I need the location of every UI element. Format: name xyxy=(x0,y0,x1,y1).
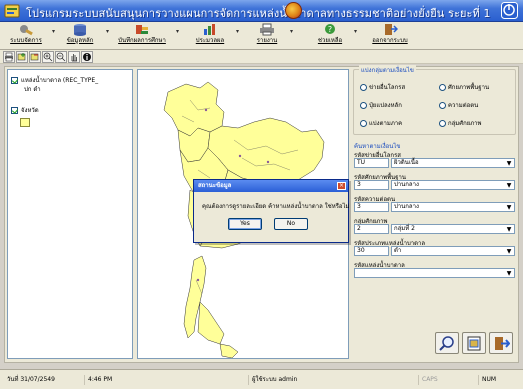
radio-option-6[interactable]: กลุ่มศักยภาพ xyxy=(439,118,482,128)
field-5-code[interactable]: 30 xyxy=(354,246,389,256)
field-5: 30 ดำ ▼ xyxy=(354,246,515,256)
zoom-in-icon xyxy=(43,52,53,62)
layer-remove-button[interactable] xyxy=(29,51,41,63)
zoom-in-button[interactable] xyxy=(42,51,54,63)
layer-add-icon xyxy=(17,53,26,61)
app-icon xyxy=(4,4,20,18)
field-1-code[interactable]: TU xyxy=(354,158,389,168)
menu-process[interactable]: ประมวลผล ▾ xyxy=(190,23,239,49)
group-by-condition: แบ่งกลุ่มตามเงื่อนไข ข่ายอื่นโลกรส ศักยภ… xyxy=(353,65,516,135)
pan-button[interactable] xyxy=(68,51,80,63)
field-1-select[interactable]: ผิวดินเนื้อ ▼ xyxy=(391,158,515,168)
exit-icon xyxy=(385,24,398,35)
identify-button[interactable] xyxy=(81,51,93,63)
status-date: วันที่ 31/07/2549 xyxy=(7,376,55,383)
tools-icon xyxy=(136,25,148,34)
search-button[interactable] xyxy=(435,332,459,354)
status-bar: วันที่ 31/07/2549 4:46 PM ผู้ใช้ระบบ adm… xyxy=(0,369,523,389)
dialog-message: คุณต้องการดูรายละเอียด ค้าหาแหล่งน้ำบาดา… xyxy=(202,203,350,210)
help-icon: ? xyxy=(325,24,335,34)
field-3: 3 ปานกลาง ▼ xyxy=(354,202,515,212)
chevron-down-icon[interactable]: ▼ xyxy=(505,270,513,277)
layer-checkbox[interactable] xyxy=(11,107,18,114)
menu-exit[interactable]: ออกจากระบบ xyxy=(368,23,412,49)
chevron-down-icon: ▾ xyxy=(175,28,179,35)
report-button[interactable] xyxy=(462,332,486,354)
menu-record[interactable]: บันทึกผลการศึกษา ▾ xyxy=(114,23,179,49)
report-icon xyxy=(467,336,481,351)
field-3-select[interactable]: ปานกลาง ▼ xyxy=(391,202,515,212)
exit-button[interactable] xyxy=(489,332,513,354)
field-4-code[interactable]: 2 xyxy=(354,224,389,234)
no-button[interactable]: No xyxy=(274,218,308,230)
hand-icon xyxy=(71,54,77,62)
map-toolbar xyxy=(0,50,523,64)
close-icon[interactable] xyxy=(501,2,518,19)
logo-icon xyxy=(285,2,302,19)
confirm-dialog: สถานะข้อมูล × คุณต้องการดูรายละเอียด ค้า… xyxy=(193,179,350,243)
radio-option-5[interactable]: แบ่งตามภาค xyxy=(360,118,402,128)
chevron-down-icon: ▾ xyxy=(51,28,55,35)
window-title: โปรแกรมระบบสนับสนุนการวางแผนการจัดการแหล… xyxy=(26,7,491,20)
yes-button[interactable]: Yes xyxy=(228,218,262,230)
field-5-select[interactable]: ดำ ▼ xyxy=(391,246,515,256)
field-2-code[interactable]: 3 xyxy=(354,180,389,190)
chevron-down-icon[interactable]: ▼ xyxy=(505,160,513,167)
chevron-down-icon: ▾ xyxy=(289,28,293,35)
menu-system[interactable]: ระบบจัดการ ▾ xyxy=(6,23,55,49)
title-bar: โปรแกรมระบบสนับสนุนการวางแผนการจัดการแหล… xyxy=(0,0,523,22)
field-6-select[interactable]: ▼ xyxy=(354,268,515,278)
field-2: 3 ปานกลาง ▼ xyxy=(354,180,515,190)
main-menu: ระบบจัดการ ▾ ข้อมูลหลัก ▾ บันทึกผลการศึก… xyxy=(0,22,523,50)
field-1: TU ผิวดินเนื้อ ▼ xyxy=(354,158,515,168)
field-6: ▼ xyxy=(354,268,515,278)
field-3-code[interactable]: 3 xyxy=(354,202,389,212)
chevron-down-icon[interactable]: ▼ xyxy=(505,226,513,233)
field-2-select[interactable]: ปานกลาง ▼ xyxy=(391,180,515,190)
field-4-select[interactable]: กลุ่มที่ 2 ▼ xyxy=(391,224,515,234)
radio-option-1[interactable]: ข่ายอื่นโลกรส xyxy=(360,82,405,92)
menu-help[interactable]: ? ช่วยเหลือ ▾ xyxy=(312,23,357,49)
info-icon xyxy=(83,53,91,61)
layer-legend: แหล่งน้ำบาดาล (REC_TYPE_ ปก ดำ จังหวัด xyxy=(7,69,133,359)
layer-sub-label: ปก ดำ xyxy=(24,86,41,93)
dialog-title: สถานะข้อมูล xyxy=(194,180,348,192)
chevron-down-icon[interactable]: ▼ xyxy=(505,204,513,211)
layer-row-province[interactable]: จังหวัด xyxy=(11,105,39,115)
search-panel: แบ่งกลุ่มตามเงื่อนไข ข่ายอื่นโลกรส ศักยภ… xyxy=(353,65,518,359)
layer-remove-icon xyxy=(30,53,39,61)
chevron-down-icon: ▾ xyxy=(235,28,239,35)
status-time: 4:46 PM xyxy=(84,375,112,385)
printer-icon xyxy=(260,23,274,36)
menu-master-data[interactable]: ข้อมูลหลัก ▾ xyxy=(60,23,109,49)
dialog-close-icon[interactable]: × xyxy=(337,182,346,190)
status-caps: CAPS xyxy=(418,375,438,385)
menu-report[interactable]: รายงาน ▾ xyxy=(250,23,293,49)
chart-icon xyxy=(204,24,215,35)
layer-add-button[interactable] xyxy=(16,51,28,63)
zoom-out-icon xyxy=(56,52,66,62)
chevron-down-icon[interactable]: ▼ xyxy=(505,182,513,189)
radio-option-3[interactable]: ปุ๋ยแปลงหลัก xyxy=(360,100,402,110)
printer-icon xyxy=(5,52,13,62)
chevron-down-icon[interactable]: ▼ xyxy=(505,248,513,255)
tools-icon xyxy=(20,25,33,36)
svg-text:?: ? xyxy=(328,25,332,34)
exit-icon xyxy=(495,337,510,350)
status-user: ผู้ใช้ระบบ admin xyxy=(248,375,297,385)
print-button[interactable] xyxy=(3,51,15,63)
field-4: 2 กลุ่มที่ 2 ▼ xyxy=(354,224,515,234)
radio-option-2[interactable]: ศักยภาพพื้นฐาน xyxy=(439,82,489,92)
radio-option-4[interactable]: ความต่อตน xyxy=(439,100,478,110)
zoom-out-button[interactable] xyxy=(55,51,67,63)
status-num: NUM xyxy=(478,375,496,385)
province-color-swatch xyxy=(20,118,30,127)
magnifier-icon xyxy=(439,336,454,351)
database-icon xyxy=(74,24,86,36)
chevron-down-icon: ▾ xyxy=(105,28,109,35)
chevron-down-icon: ▾ xyxy=(353,28,357,35)
layer-checkbox[interactable] xyxy=(11,77,18,84)
